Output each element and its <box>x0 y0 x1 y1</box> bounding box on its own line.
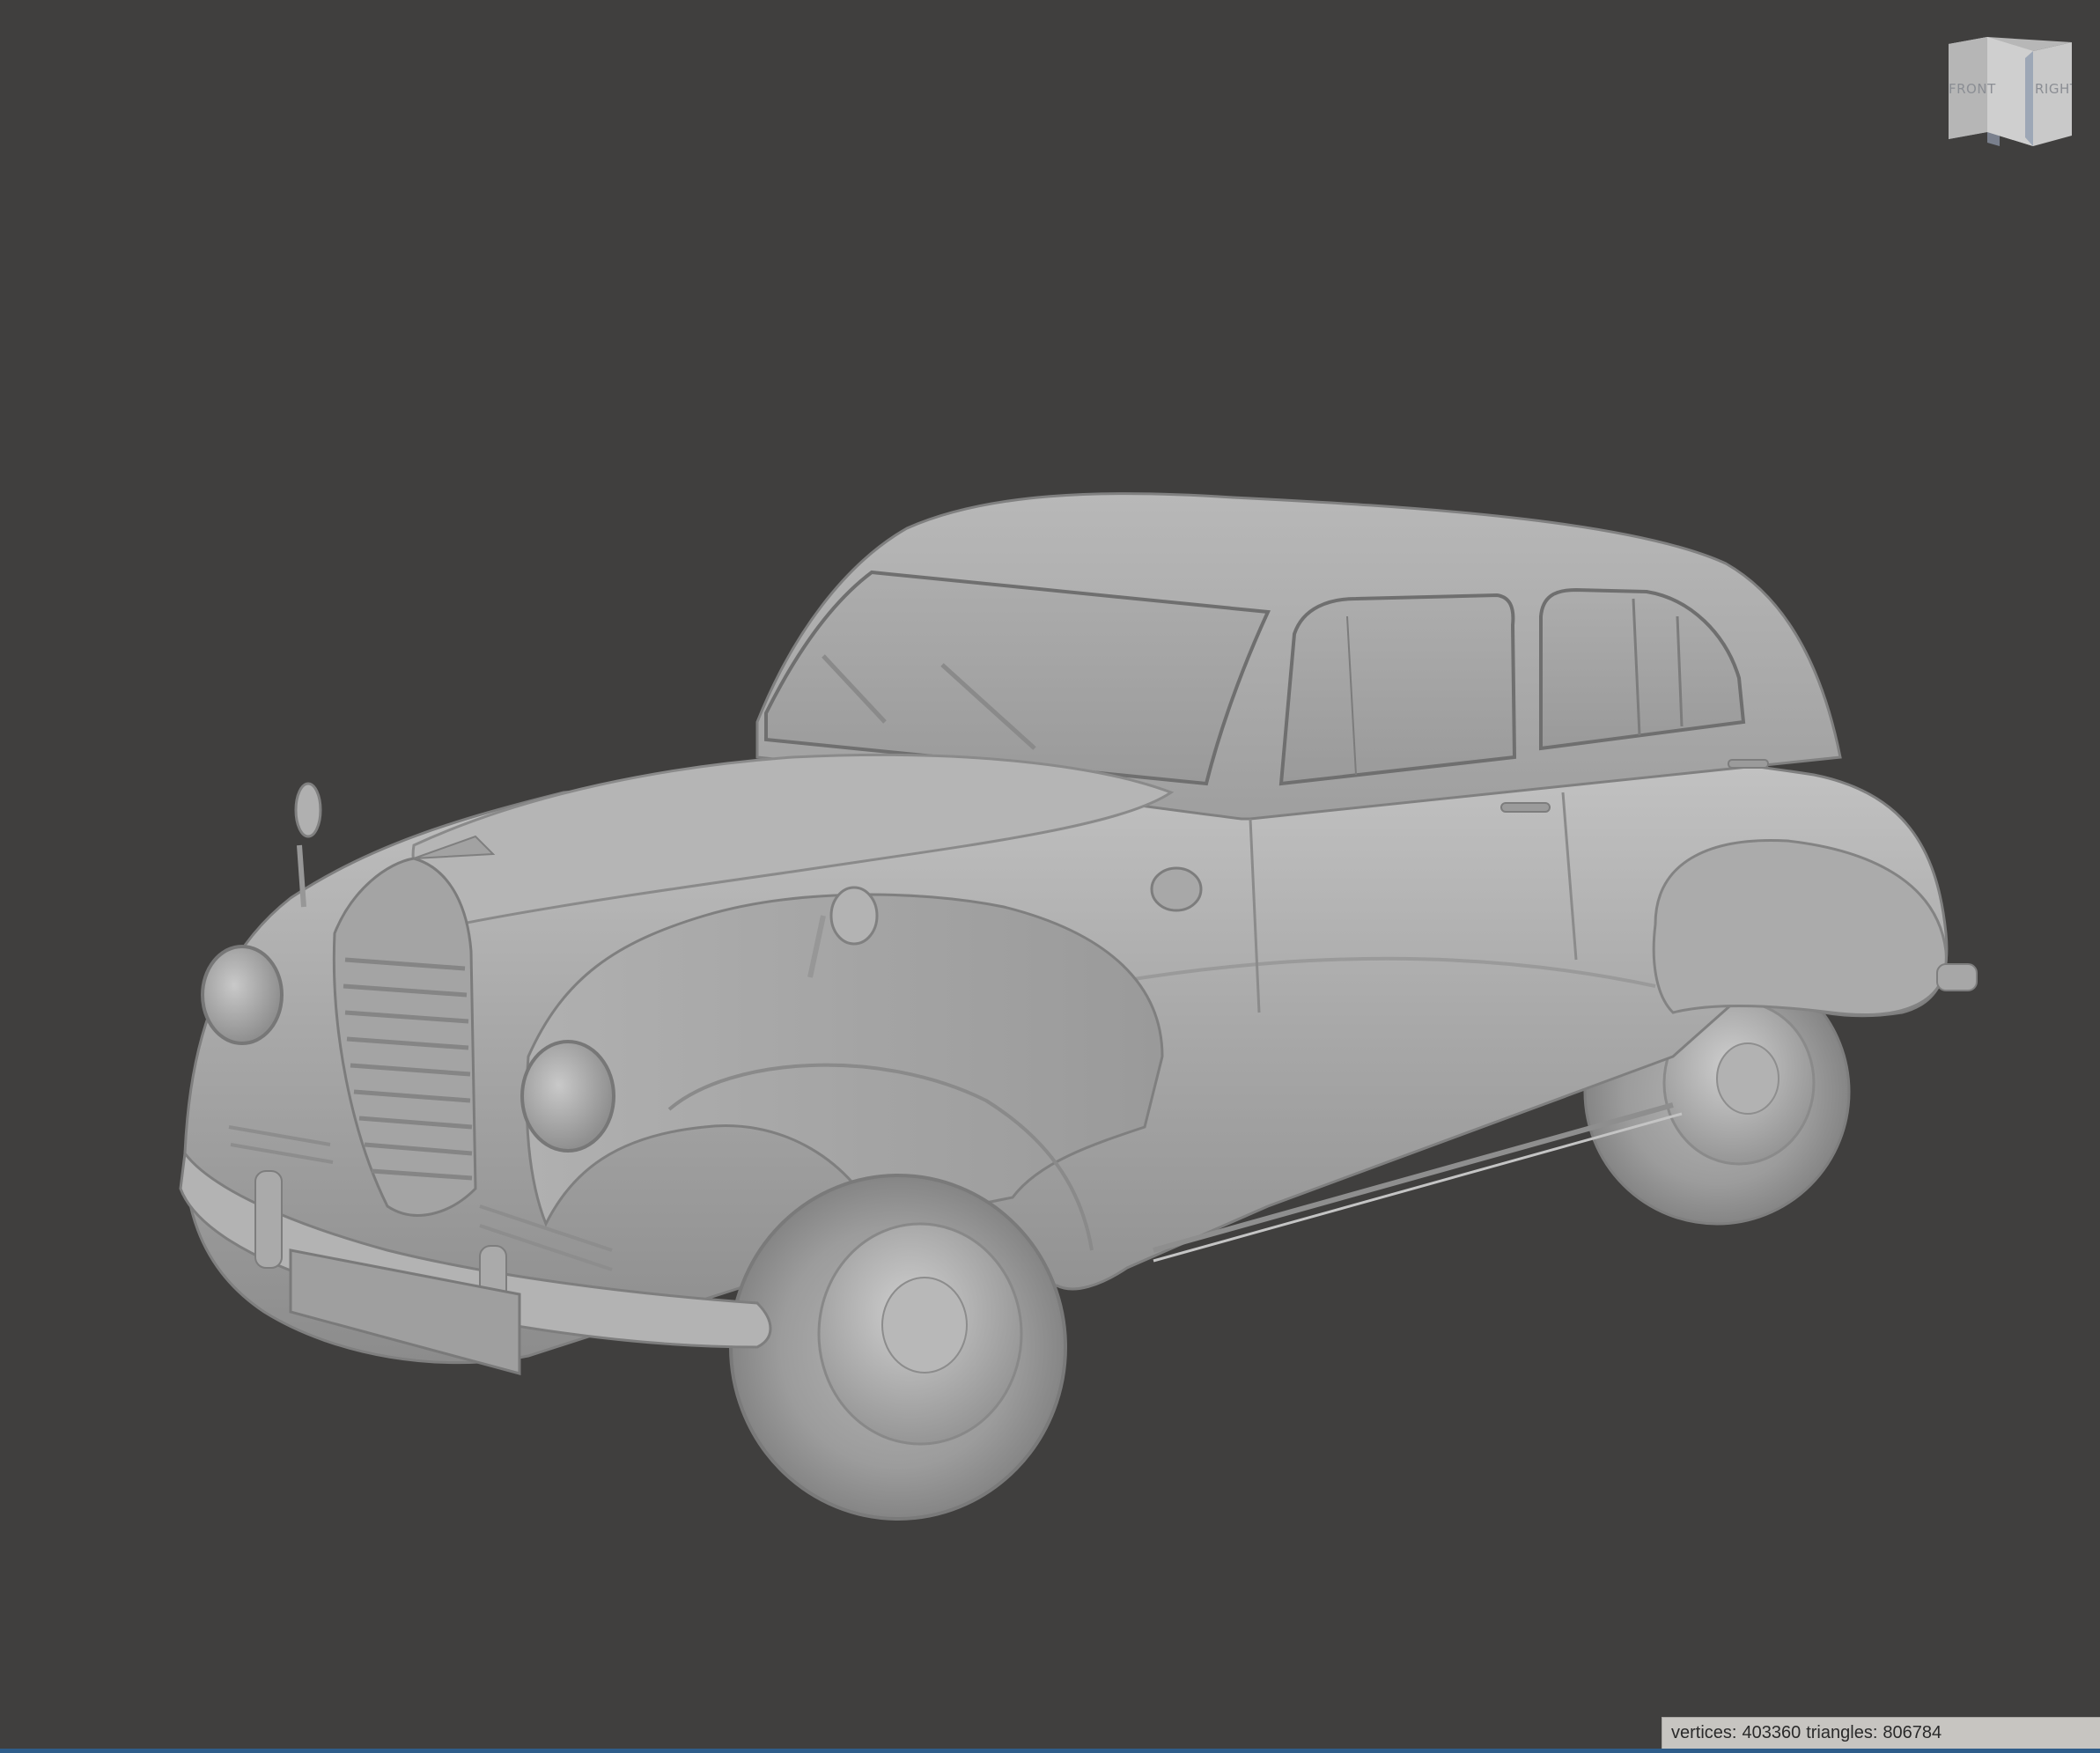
triangles-label: triangles: <box>1806 1723 1878 1742</box>
window-bottom-border <box>0 1749 2100 1753</box>
triangles-count: 806784 <box>1883 1723 1942 1742</box>
headlight-right <box>520 1040 615 1153</box>
mesh-stats-bar: vertices: 403360 triangles: 806784 <box>1662 1717 2100 1749</box>
cube-front-label[interactable]: FRONT <box>1949 81 1996 97</box>
view-cube[interactable]: FRONT RIGHT <box>1942 33 2072 148</box>
front-door-window <box>1278 593 1517 786</box>
vertices-count: 403360 <box>1742 1723 1802 1742</box>
3d-viewport[interactable]: FRONT RIGHT vertices: 403360triangles: 806… <box>0 0 2100 1753</box>
vertices-label: vertices: <box>1671 1723 1737 1742</box>
front-wheel <box>729 1174 1067 1521</box>
cube-right-label[interactable]: RIGHT <box>2035 81 2072 97</box>
cube-orientation-icon[interactable]: FRONT RIGHT <box>1942 33 2072 148</box>
car-model-render[interactable] <box>0 0 2100 1753</box>
headlight-left <box>201 945 284 1045</box>
